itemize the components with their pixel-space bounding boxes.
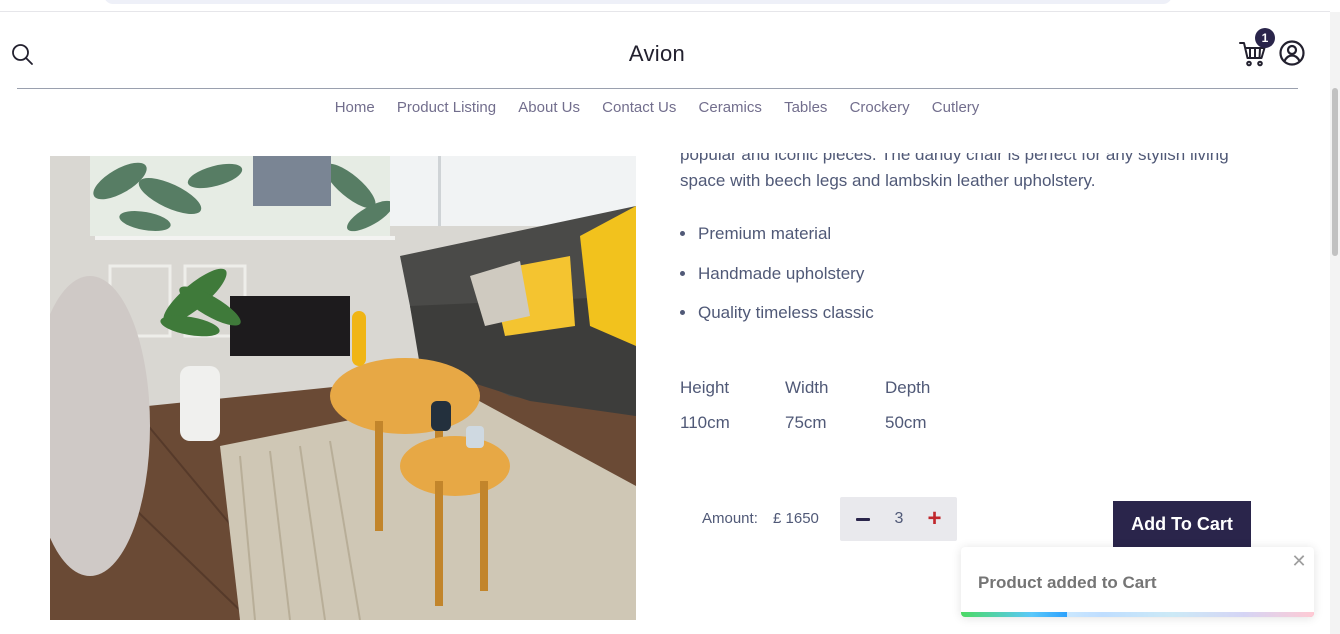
toast-progress-remaining (961, 612, 1314, 617)
nav-item-ceramics[interactable]: Ceramics (699, 99, 762, 116)
list-item: Quality timeless classic (680, 300, 874, 340)
list-item: Handmade upholstery (680, 261, 874, 301)
quantity-stepper: 3 + (840, 497, 957, 541)
nav-item-tables[interactable]: Tables (784, 99, 827, 116)
description-line: space with beech legs and lambskin leath… (680, 171, 1096, 190)
dimension-value: 110cm (680, 413, 730, 432)
nav-item-product-listing[interactable]: Product Listing (397, 99, 496, 116)
nav-item-home[interactable]: Home (335, 99, 375, 116)
dimension-depth: Depth 50cm (885, 376, 985, 435)
plus-icon: + (927, 505, 942, 532)
account-button[interactable] (1278, 39, 1306, 67)
user-icon (1279, 40, 1305, 66)
dimension-label: Height (680, 378, 730, 397)
nav-item-cutlery[interactable]: Cutlery (932, 99, 980, 116)
feature-list: Premium material Handmade upholstery Qua… (680, 221, 874, 340)
quantity-value: 3 (894, 510, 904, 527)
page-scrollbar[interactable] (1330, 12, 1340, 634)
nav-item-crockery[interactable]: Crockery (850, 99, 910, 116)
minus-icon (856, 517, 870, 521)
list-item: Premium material (680, 221, 874, 261)
main-nav: Home Product Listing About Us Contact Us… (0, 99, 1314, 116)
decrease-quantity-button[interactable] (840, 497, 886, 541)
product-image (50, 156, 636, 620)
address-bar-edge (104, 0, 1172, 4)
header-divider (17, 88, 1298, 89)
close-icon[interactable]: ✕ (1291, 552, 1307, 570)
site-header: Avion 1 (0, 12, 1330, 88)
brand-logo[interactable]: Avion (0, 41, 1314, 67)
living-room-photo (50, 156, 636, 620)
scrollbar-thumb[interactable] (1332, 88, 1338, 256)
dimension-label: Depth (885, 378, 931, 397)
add-to-cart-button[interactable]: Add To Cart (1113, 501, 1251, 547)
header-overlap-clip (680, 142, 1280, 153)
dimension-width: Width 75cm (785, 376, 885, 435)
dimension-height: Height 110cm (680, 376, 780, 435)
product-description: popular and iconic pieces. The dandy cha… (680, 142, 1280, 194)
amount-label: Amount: (702, 510, 758, 527)
dimension-value: 50cm (885, 413, 927, 432)
dimension-label: Width (785, 378, 829, 397)
increase-quantity-button[interactable]: + (912, 497, 957, 541)
dimension-value: 75cm (785, 413, 827, 432)
nav-item-about-us[interactable]: About Us (518, 99, 580, 116)
cart-count-badge: 1 (1255, 28, 1275, 48)
toast-notification: Product added to Cart ✕ (961, 547, 1314, 617)
browser-top-strip (0, 0, 1330, 12)
nav-item-contact-us[interactable]: Contact Us (602, 99, 676, 116)
amount-value: £ 1650 (773, 510, 819, 527)
toast-message: Product added to Cart (978, 573, 1157, 592)
